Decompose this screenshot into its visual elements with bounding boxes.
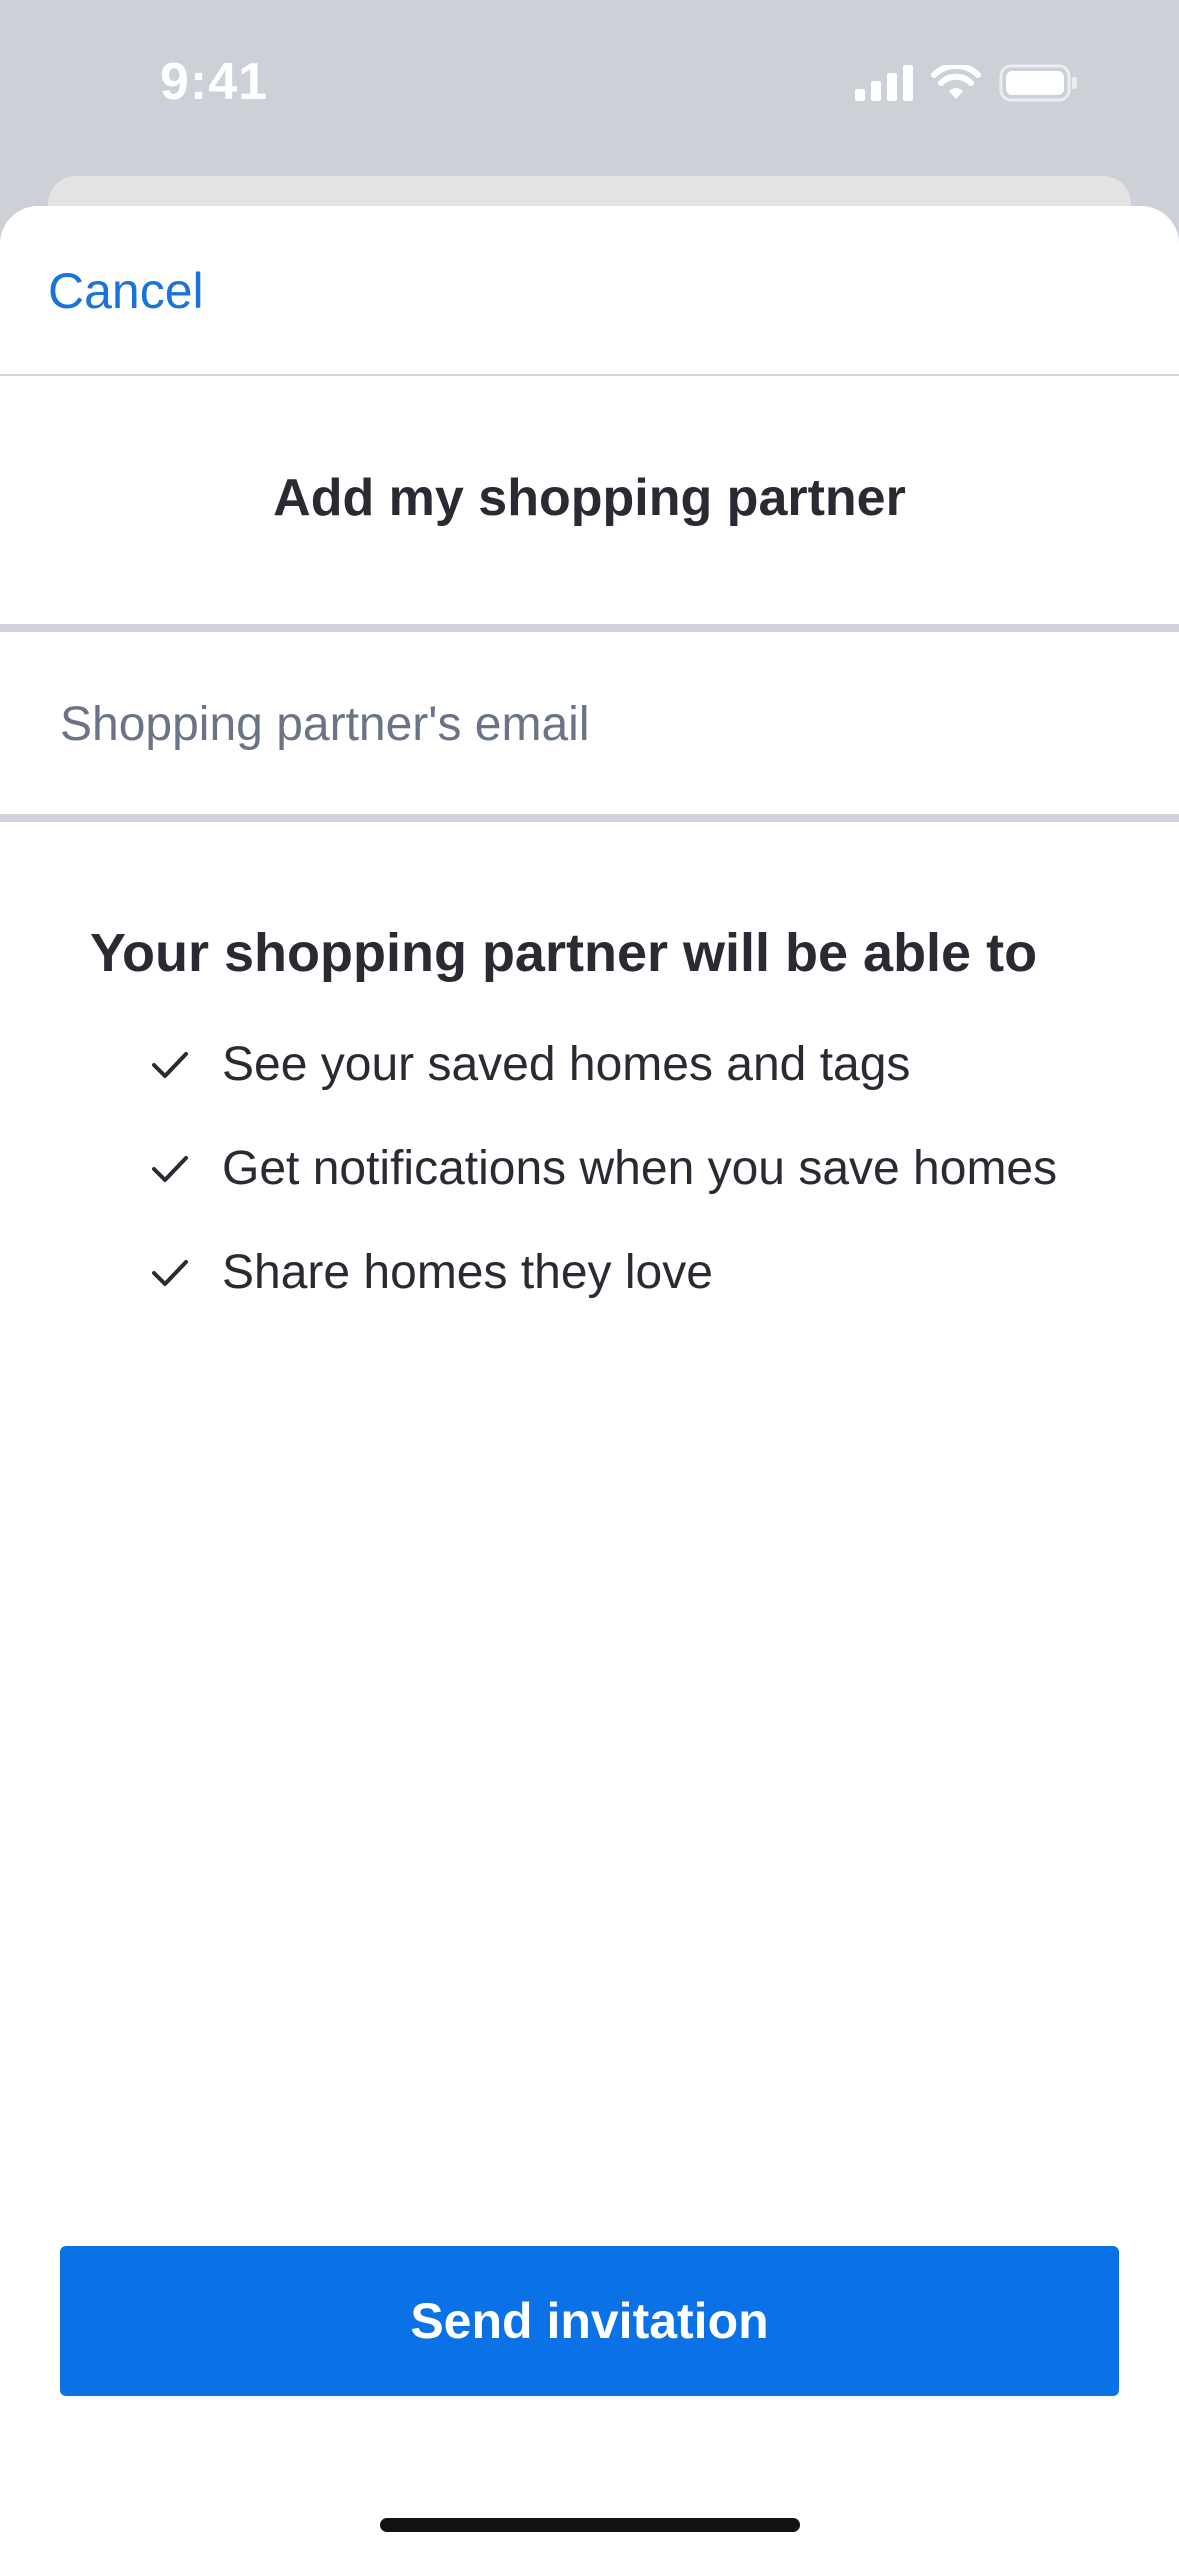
email-field[interactable]: [0, 634, 1179, 814]
checkmark-icon: [152, 1156, 188, 1182]
list-item-label: Share homes they love: [222, 1245, 713, 1299]
checkmark-icon: [152, 1260, 188, 1286]
list-item-label: Get notifications when you save homes: [222, 1141, 1058, 1195]
status-bar: 9:41: [0, 0, 1179, 170]
send-invitation-button[interactable]: Send invitation: [60, 2246, 1119, 2396]
benefits-heading: Your shopping partner will be able to: [90, 923, 1038, 983]
list-item: Share homes they love: [150, 1242, 713, 1302]
home-indicator[interactable]: [380, 2518, 800, 2532]
status-time: 9:41: [160, 53, 269, 111]
modal-sheet: Cancel Add my shopping partner Your shop…: [0, 206, 1179, 2556]
navigation-bar: Cancel: [0, 206, 1179, 376]
status-icons: [855, 64, 1079, 102]
cancel-button[interactable]: Cancel: [48, 262, 204, 320]
list-item-label: See your saved homes and tags: [222, 1037, 911, 1091]
battery-icon: [999, 64, 1077, 102]
list-item: See your saved homes and tags: [150, 1034, 910, 1094]
cellular-signal-icon: [855, 65, 913, 101]
page-title: Add my shopping partner: [273, 469, 906, 527]
list-item: Get notifications when you save homes: [150, 1138, 1057, 1198]
wifi-icon: [931, 65, 981, 99]
checkmark-icon: [152, 1052, 188, 1078]
divider: [0, 814, 1179, 822]
divider: [0, 624, 1179, 632]
